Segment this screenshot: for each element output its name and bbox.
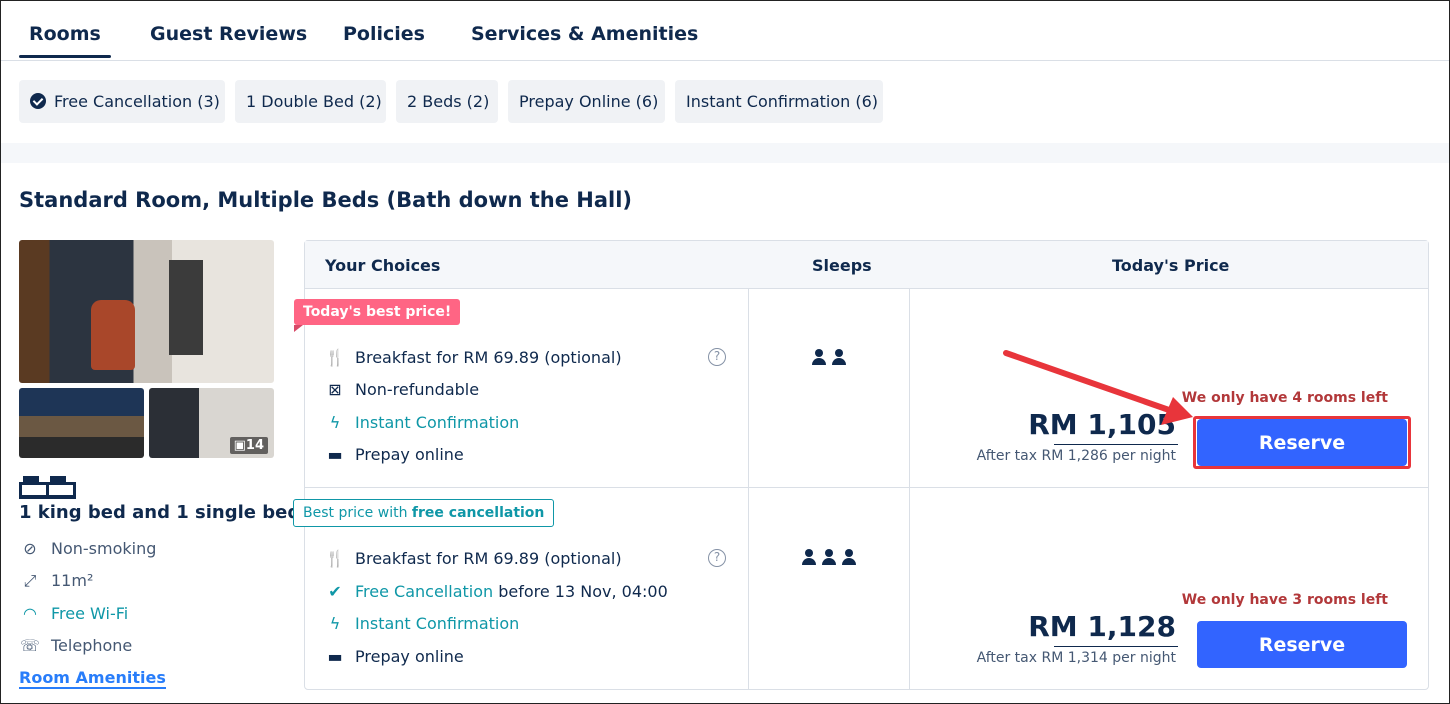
annotation-arrow: [1003, 350, 1193, 425]
page-frame: Rooms Guest Reviews Policies Services & …: [0, 0, 1450, 704]
